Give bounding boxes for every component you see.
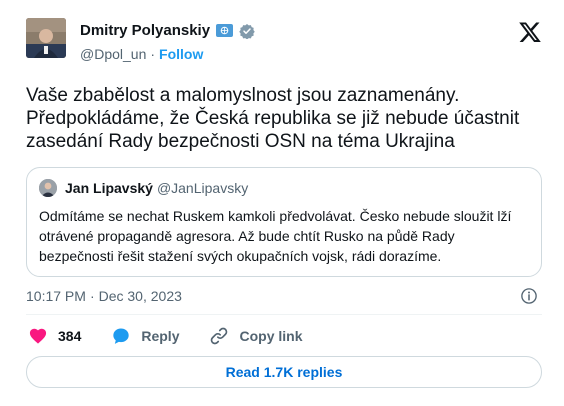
info-icon[interactable]: [520, 287, 538, 305]
reply-icon: [113, 328, 130, 344]
reply-button[interactable]: Reply: [111, 326, 179, 346]
quoted-author-handle: @JanLipavsky: [156, 180, 249, 196]
heart-icon: [29, 328, 47, 344]
quoted-author-avatar: [39, 179, 57, 197]
handle-separator: ·: [150, 46, 156, 62]
like-count: 384: [58, 328, 82, 344]
author-avatar[interactable]: [26, 18, 66, 58]
tweet-date: Dec 30, 2023: [98, 288, 182, 304]
quoted-author-row: Jan Lipavský @JanLipavsky: [65, 180, 248, 196]
verified-icon: [239, 23, 255, 39]
follow-button[interactable]: Follow: [159, 46, 203, 62]
copy-link-button[interactable]: Copy link: [209, 326, 303, 346]
reply-label: Reply: [141, 328, 180, 344]
like-button[interactable]: 384: [28, 326, 81, 346]
author-handle-row: @Dpol_un · Follow: [80, 46, 203, 62]
tweet-card: Dmitry Polyanskiy @Dpol_un · Follow Vaše…: [0, 0, 564, 406]
tweet-timestamp[interactable]: 10:17 PM · Dec 30, 2023: [26, 288, 182, 304]
author-name-row: Dmitry Polyanskiy: [80, 22, 255, 39]
link-icon: [211, 327, 228, 345]
quoted-tweet-text: Odmítáme se nechat Ruskem kamkoli předvo…: [39, 208, 512, 264]
quoted-author-name: Jan Lipavský: [65, 180, 153, 196]
read-replies-button[interactable]: Read 1.7K replies: [26, 356, 542, 388]
action-bar: 384 Reply Copy link: [28, 326, 333, 346]
tweet-text: Vaše zbabělost a malomyslnost jsou zazna…: [26, 85, 520, 152]
timestamp-separator: ·: [89, 288, 95, 304]
tweet-time: 10:17 PM: [26, 288, 86, 304]
quoted-tweet[interactable]: Jan Lipavský @JanLipavsky Odmítáme se ne…: [26, 167, 542, 277]
author-name[interactable]: Dmitry Polyanskiy: [80, 22, 210, 39]
x-logo-icon[interactable]: [518, 20, 542, 44]
copy-link-label: Copy link: [239, 328, 303, 344]
un-badge-icon: [216, 24, 234, 37]
divider: [26, 314, 542, 315]
author-handle[interactable]: @Dpol_un: [80, 46, 146, 62]
